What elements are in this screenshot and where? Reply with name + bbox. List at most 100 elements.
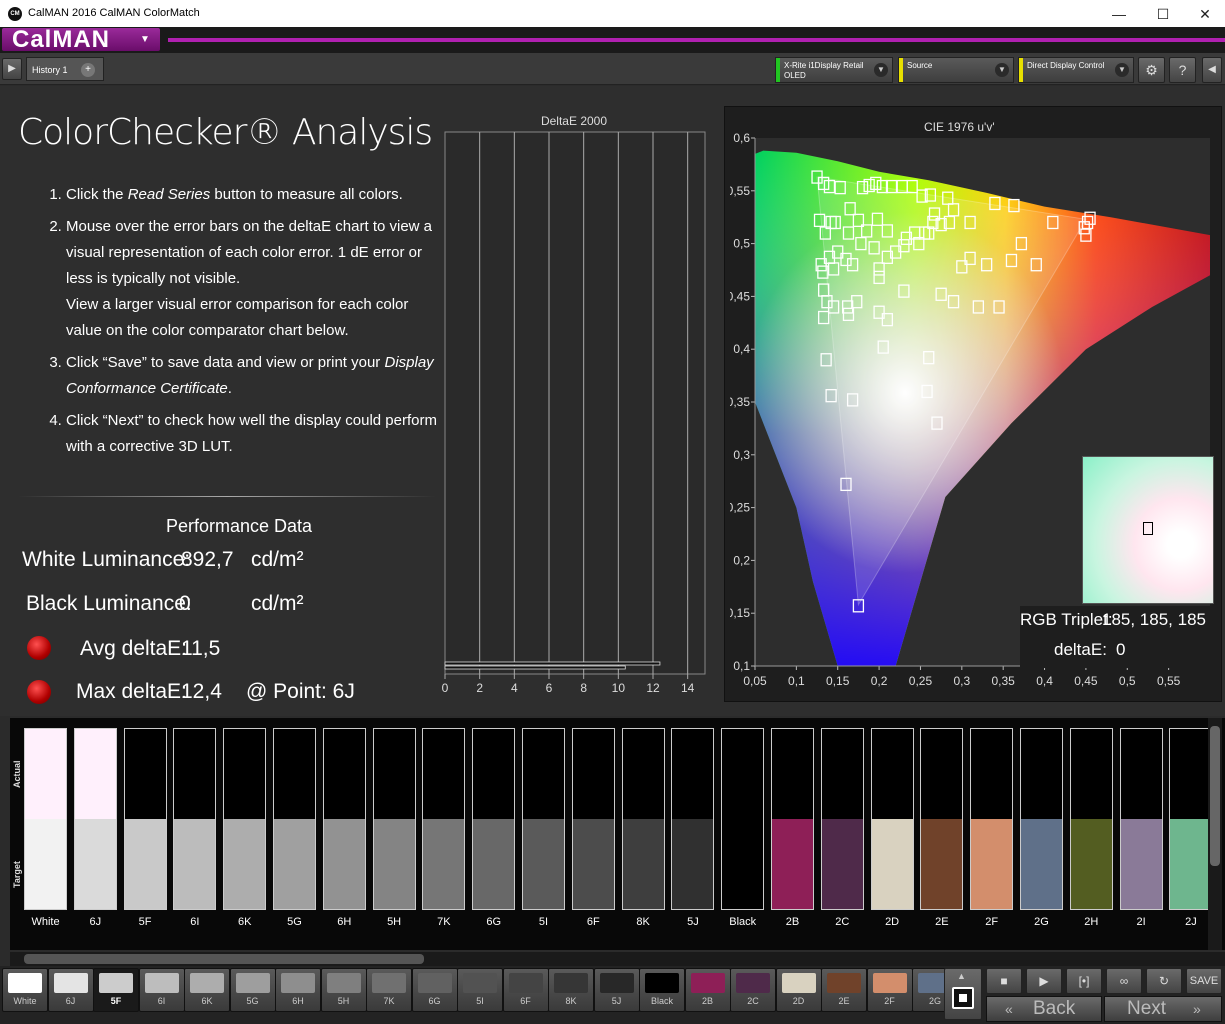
save-button[interactable]: SAVE	[1186, 968, 1222, 994]
patch-7k[interactable]	[422, 728, 466, 910]
vertical-scrollbar[interactable]	[1208, 718, 1222, 950]
patch-2d[interactable]	[870, 728, 914, 910]
horizontal-scrollbar[interactable]	[10, 952, 1225, 966]
close-button[interactable]: ✕	[1190, 4, 1220, 24]
patch-6i[interactable]	[173, 728, 217, 910]
actual-axis-label: Actual	[12, 760, 22, 788]
deltae-chart[interactable]: 0 2 4 6 8 10 12 14	[440, 128, 710, 700]
thumb-6i[interactable]: 6I	[138, 968, 185, 1012]
patch-5h[interactable]	[372, 728, 416, 910]
thumb-label: 6G	[428, 996, 441, 1006]
scroll-thumb[interactable]	[1210, 726, 1220, 866]
patch-2b[interactable]	[771, 728, 814, 910]
maximize-button[interactable]: ☐	[1148, 4, 1178, 24]
deltae-tick-label: 14	[681, 681, 695, 695]
patch-target-swatch	[1070, 819, 1112, 909]
thumb-swatch	[554, 973, 588, 993]
thumb-label: Black	[650, 996, 673, 1006]
thumb-5i[interactable]: 5I	[457, 968, 503, 1012]
patch-6j[interactable]	[73, 728, 117, 910]
patch-label: 5H	[387, 916, 402, 928]
help-icon[interactable]: ?	[1169, 57, 1196, 83]
next-button[interactable]: Next »	[1104, 996, 1222, 1022]
patch-2f[interactable]	[970, 728, 1014, 910]
patch-6f[interactable]	[571, 728, 615, 910]
patch-5g[interactable]	[273, 728, 316, 910]
color-zoom-preview	[1082, 456, 1214, 604]
thumb-label: 2E	[838, 996, 850, 1006]
display-control-dropdown[interactable]: Direct Display Control ▼	[1018, 57, 1134, 83]
thumb-2b[interactable]: 2B	[684, 968, 731, 1012]
patch-5f[interactable]	[123, 728, 167, 910]
thumb-label: 2D	[792, 996, 805, 1006]
add-tab-icon[interactable]: +	[81, 63, 95, 77]
avg-deltae-label: Avg deltaE:	[80, 637, 188, 660]
thumb-2d[interactable]: 2D	[775, 968, 822, 1012]
minimize-button[interactable]: —	[1104, 4, 1134, 24]
thumb-6f[interactable]: 6F	[502, 968, 549, 1012]
cie-y-tick-label: 0,2	[733, 553, 750, 567]
brand-bar: CalMAN ▼	[0, 27, 1225, 53]
collapse-icon[interactable]: ◀	[1202, 57, 1222, 83]
refresh-icon[interactable]: ↻	[1146, 968, 1182, 994]
patch-6h[interactable]	[322, 728, 366, 910]
thumb-swatch	[53, 973, 88, 993]
patch-2j[interactable]	[1169, 728, 1213, 910]
tab-history-1[interactable]: History 1 +	[26, 57, 104, 81]
patch-actual-swatch	[124, 729, 166, 819]
thumb-black[interactable]: Black	[639, 968, 685, 1012]
patch-2i[interactable]	[1119, 728, 1163, 910]
back-button[interactable]: « Back	[986, 996, 1102, 1022]
play-icon[interactable]: ▶	[2, 58, 22, 80]
calman-menu-button[interactable]: CalMAN ▼	[2, 28, 160, 52]
thumb-5f[interactable]: 5F	[93, 968, 139, 1012]
meter-dropdown[interactable]: X-Rite i1Display Retail OLED ▼	[775, 57, 893, 83]
source-dropdown[interactable]: Source ▼	[898, 57, 1014, 83]
thumb-5j[interactable]: 5J	[593, 968, 640, 1012]
thumb-2c[interactable]: 2C	[730, 968, 776, 1012]
patch-6k[interactable]	[223, 728, 267, 910]
patch-2h[interactable]	[1069, 728, 1113, 910]
thumb-label: 6J	[65, 996, 76, 1006]
patch-6g[interactable]	[472, 728, 516, 910]
patch-2g[interactable]	[1020, 728, 1063, 910]
thumb-6k[interactable]: 6K	[184, 968, 230, 1012]
scroll-thumb[interactable]	[24, 954, 424, 964]
patch-target-swatch	[74, 819, 116, 909]
thumb-5h[interactable]: 5H	[320, 968, 367, 1012]
thumb-2e[interactable]: 2E	[821, 968, 867, 1012]
cie-x-tick-label: 0,15	[826, 674, 850, 688]
thumb-2f[interactable]: 2F	[866, 968, 913, 1012]
gear-icon[interactable]: ⚙	[1138, 57, 1165, 83]
thumb-7k[interactable]: 7K	[366, 968, 412, 1012]
stop-record-button[interactable]: ▲	[944, 968, 982, 1020]
patch-label: 2B	[785, 916, 800, 928]
thumb-5g[interactable]: 5G	[229, 968, 276, 1012]
patch-label: Black	[729, 916, 757, 928]
patch-5i[interactable]	[522, 728, 565, 910]
patch-target-swatch	[25, 819, 66, 909]
patch-2e[interactable]	[920, 728, 964, 910]
loop-icon[interactable]: ∞	[1106, 968, 1142, 994]
stop-icon[interactable]: ■	[986, 968, 1022, 994]
patch-8k[interactable]	[621, 728, 665, 910]
cie-x-tick-label: 0,55	[1157, 674, 1181, 688]
patch-black[interactable]	[721, 728, 765, 910]
black-luminance-unit: cd/m²	[251, 592, 304, 615]
deltae-chart-title: DeltaE 2000	[540, 114, 608, 128]
cie-y-tick-label: 0,15	[730, 606, 750, 620]
patch-actual-swatch	[1170, 729, 1212, 819]
thumb-8k[interactable]: 8K	[548, 968, 594, 1012]
play-icon[interactable]: ▶	[1026, 968, 1062, 994]
max-deltae-value: 12,4	[181, 680, 222, 703]
thumb-6h[interactable]: 6H	[275, 968, 321, 1012]
patch-actual-swatch	[722, 729, 764, 819]
measure-icon[interactable]: [•]	[1066, 968, 1102, 994]
patch-white[interactable]	[24, 728, 67, 910]
thumb-6g[interactable]: 6G	[411, 968, 458, 1012]
thumb-white[interactable]: White	[2, 968, 48, 1012]
patch-2c[interactable]	[820, 728, 864, 910]
patch-5j[interactable]	[671, 728, 715, 910]
thumb-6j[interactable]: 6J	[47, 968, 94, 1012]
thumb-swatch	[235, 973, 270, 993]
